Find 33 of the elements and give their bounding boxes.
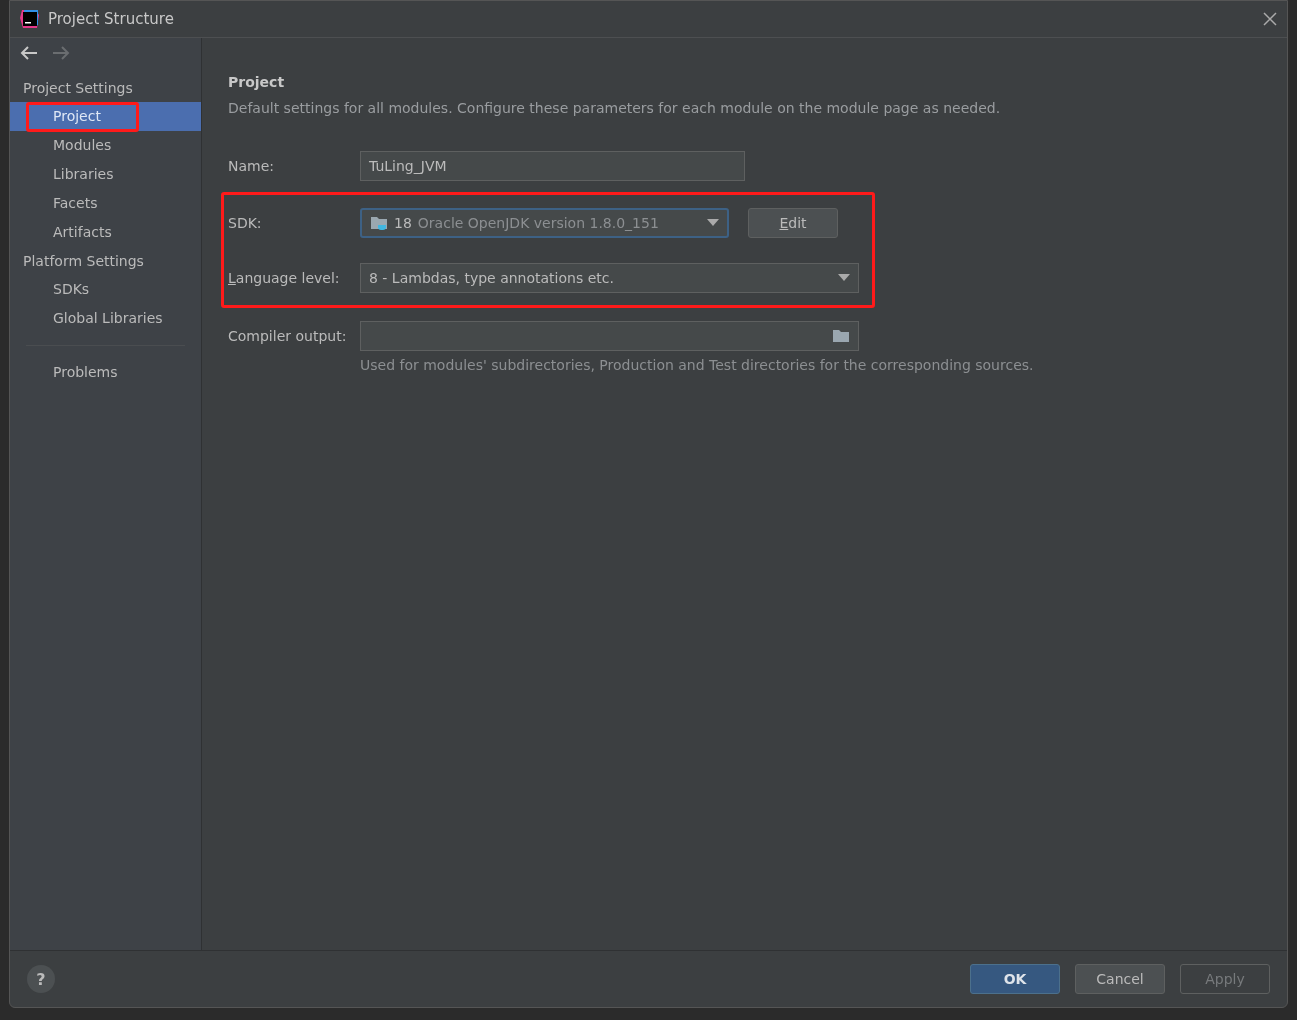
compiler-output-field[interactable]	[360, 320, 859, 351]
section-heading: Platform Settings	[22, 252, 145, 271]
sidebar-item[interactable]: SDKs	[10, 275, 201, 304]
sdk-icon	[370, 214, 388, 231]
section-title: Project	[228, 74, 286, 90]
folder-icon	[832, 327, 850, 344]
sidebar-item[interactable]: Problems	[10, 358, 201, 387]
field-label: SDK:	[228, 214, 263, 231]
field-label: Compiler output:	[228, 327, 348, 344]
app-logo-icon	[20, 9, 40, 29]
dialog-button[interactable]: Cancel	[1075, 964, 1165, 994]
dropdown-arrow-icon	[707, 219, 719, 226]
sidebar-item[interactable]: Global Libraries	[10, 304, 201, 333]
sidebar-item[interactable]: Artifacts	[10, 218, 201, 247]
edit-button[interactable]: Edit	[748, 207, 838, 238]
sidebar-item[interactable]: Libraries	[10, 160, 201, 189]
sidebar-item[interactable]: Project	[10, 102, 201, 131]
field-label: Name:	[228, 157, 276, 174]
help-button[interactable]: ?	[27, 965, 55, 993]
language-level-dropdown[interactable]: 8 - Lambdas, type annotations etc.	[360, 262, 859, 293]
field-label: Language level:	[228, 269, 341, 286]
sdk-dropdown[interactable]: 18 Oracle OpenJDK version 1.8.0_151	[360, 207, 729, 238]
section-description: Default settings for all modules. Configure these parameters for each module on the module page as needed.	[228, 100, 1002, 116]
section-heading: Project Settings	[22, 79, 134, 98]
dialog-button[interactable]: OK	[970, 964, 1060, 994]
window-title: Project Structure	[48, 10, 175, 28]
field-hint: Used for modules' subdirectories, Production and Test directories for the corresponding sources.	[360, 357, 1035, 373]
name-field[interactable]: TuLing_JVM	[360, 150, 745, 181]
dropdown-arrow-icon	[838, 274, 850, 281]
sidebar-item[interactable]: Facets	[10, 189, 201, 218]
back-icon[interactable]	[20, 46, 38, 60]
sidebar-item[interactable]: Modules	[10, 131, 201, 160]
close-icon[interactable]	[1263, 12, 1277, 26]
